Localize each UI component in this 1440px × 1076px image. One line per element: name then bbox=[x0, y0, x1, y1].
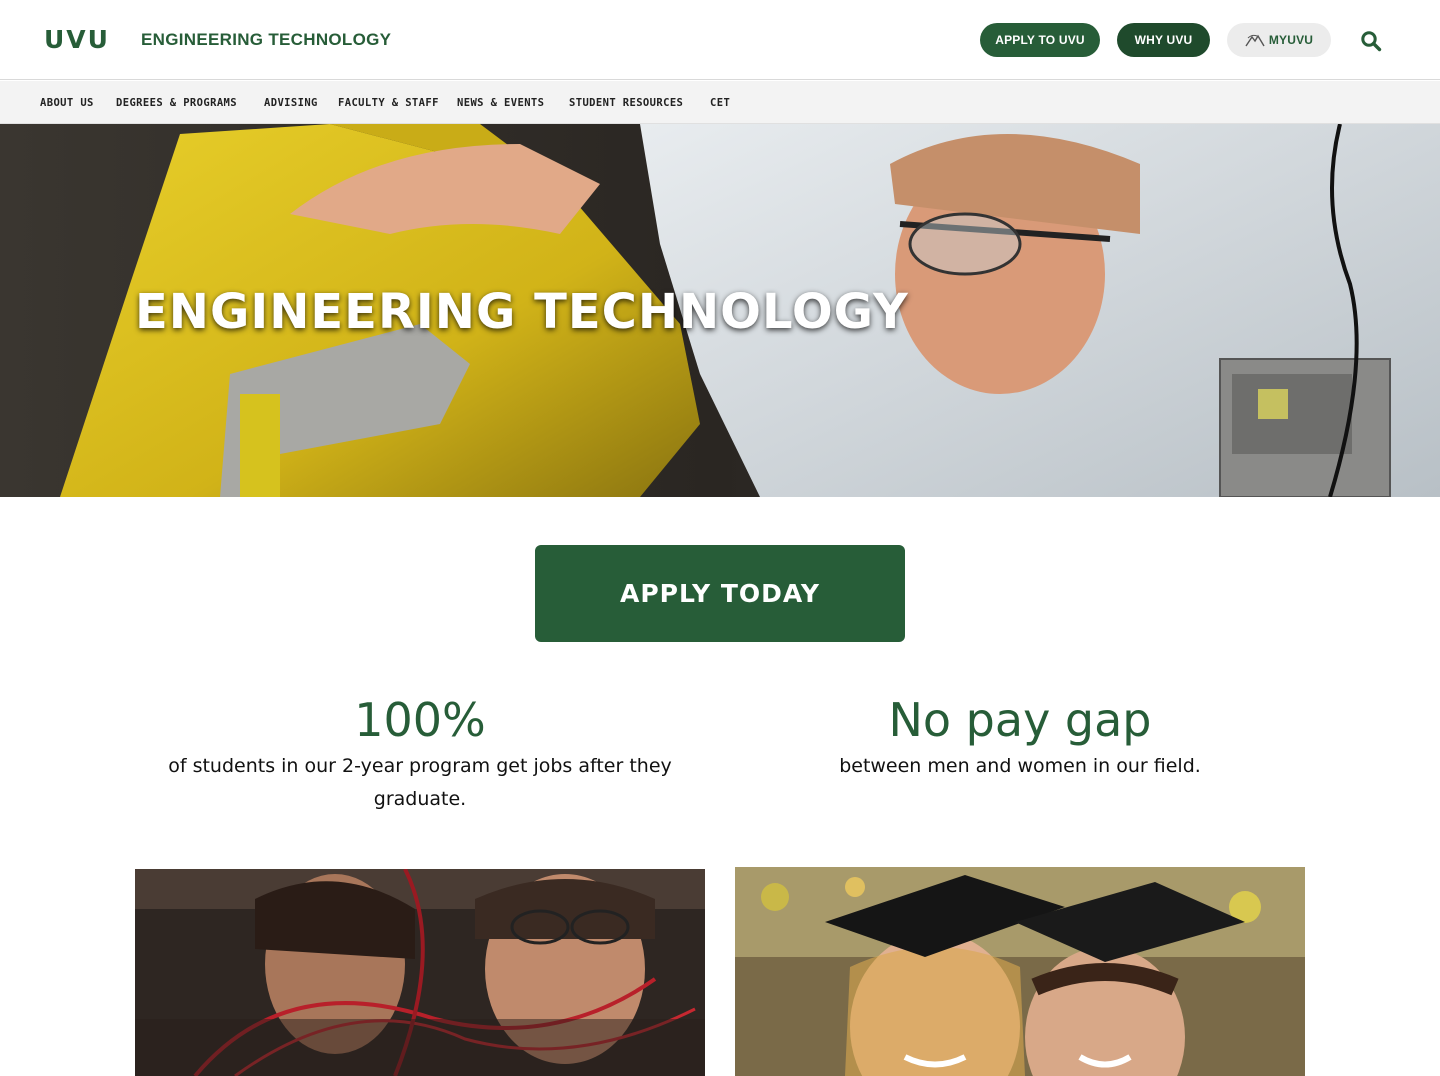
apply-to-uvu-button[interactable]: APPLY TO UVU bbox=[980, 23, 1100, 57]
stat-pay-gap: No pay gap between men and women in our … bbox=[735, 692, 1305, 783]
nav-item-degrees-programs[interactable]: DEGREES & PROGRAMS bbox=[116, 97, 237, 109]
hero-banner: ENGINEERING TECHNOLOGY bbox=[0, 124, 1440, 497]
stat-jobs: 100% of students in our 2-year program g… bbox=[135, 692, 705, 816]
graduates-photo bbox=[735, 867, 1305, 1076]
apply-today-button[interactable]: APPLY TODAY bbox=[535, 545, 905, 642]
nav-item-student-resources[interactable]: STUDENT RESOURCES bbox=[569, 97, 683, 109]
myuvu-label: MYUVU bbox=[1268, 33, 1314, 47]
hero-title: ENGINEERING TECHNOLOGY bbox=[135, 284, 909, 340]
stat-value: 100% bbox=[354, 693, 486, 747]
myuvu-button[interactable]: MYUVU bbox=[1227, 23, 1331, 57]
why-uvu-button[interactable]: WHY UVU bbox=[1117, 23, 1210, 57]
site-header: UVU ENGINEERING TECHNOLOGY APPLY TO UVU … bbox=[0, 0, 1440, 80]
students-wiring-photo bbox=[135, 869, 705, 1076]
mountain-icon bbox=[1245, 34, 1265, 47]
nav-item-faculty-staff[interactable]: FACULTY & STAFF bbox=[338, 97, 439, 109]
stat-description: of students in our 2-year program get jo… bbox=[168, 755, 672, 810]
uvu-logo[interactable]: UVU bbox=[44, 27, 110, 52]
nav-item-advising[interactable]: ADVISING bbox=[264, 97, 318, 109]
main-nav: ABOUT US DEGREES & PROGRAMS ADVISING FAC… bbox=[0, 81, 1440, 124]
nav-item-cet[interactable]: CET bbox=[710, 97, 730, 109]
stat-description: between men and women in our field. bbox=[839, 755, 1201, 777]
nav-item-about-us[interactable]: ABOUT US bbox=[40, 97, 94, 109]
stat-value: No pay gap bbox=[888, 693, 1152, 747]
search-icon[interactable] bbox=[1360, 30, 1382, 52]
nav-item-news-events[interactable]: NEWS & EVENTS bbox=[457, 97, 544, 109]
site-title[interactable]: ENGINEERING TECHNOLOGY bbox=[141, 30, 391, 50]
